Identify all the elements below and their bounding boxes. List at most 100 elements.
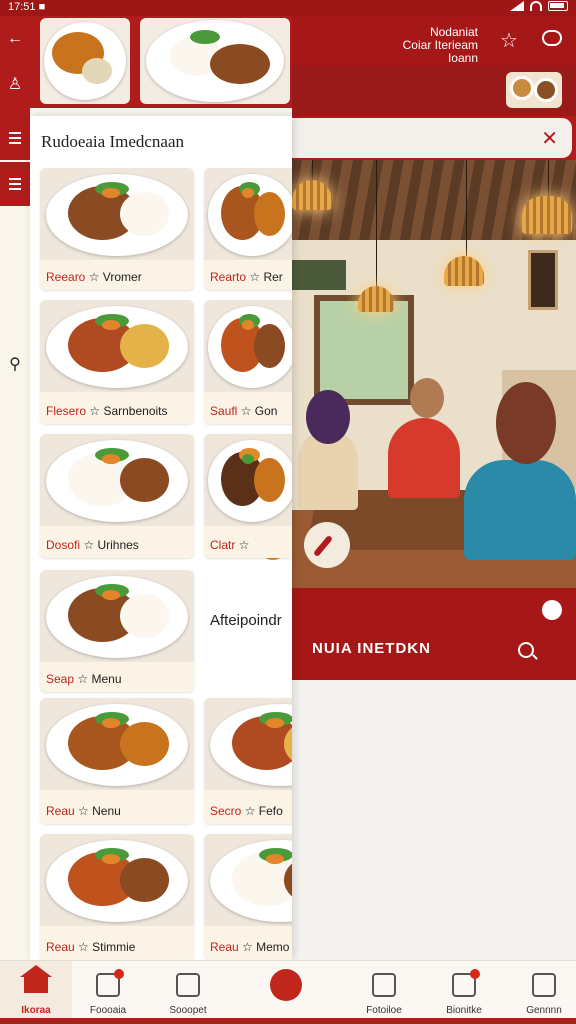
close-icon[interactable]: ✕ [541, 126, 558, 151]
card-label: Seap ☆ Menu [46, 672, 122, 686]
menu-button-2[interactable] [0, 162, 30, 206]
dish-image [40, 570, 194, 662]
hamburger-line [9, 188, 21, 190]
card-prefix: Flesero [46, 404, 87, 418]
menu-button[interactable] [0, 116, 30, 160]
banner-food-image-1[interactable] [40, 18, 130, 104]
card-label: Reau ☆ Memo [210, 940, 290, 954]
card-label: Clatr ☆ [210, 538, 250, 552]
dish-side [120, 594, 170, 638]
nav-item-sooopet[interactable]: Sooopet [152, 961, 224, 1024]
card-prefix: Saufl [210, 404, 238, 418]
empty-content [292, 680, 576, 960]
person-woman-right [464, 460, 576, 560]
drawer-side-text: Afteipoindr [210, 612, 282, 629]
header-title: Nodaniat Coiar Iterieam Ioann [402, 25, 478, 65]
top-banner [30, 16, 292, 108]
bottom-accent-bar [0, 1018, 576, 1024]
card-label: Reau ☆ Nenu [46, 804, 121, 818]
dish-side [120, 458, 170, 502]
card-prefix: Reearo [46, 270, 86, 284]
card-prefix: Seap [46, 672, 75, 686]
dish-side [120, 192, 170, 236]
garnish [101, 320, 121, 330]
card-label: Dosofi ☆ Urihnes [46, 538, 139, 552]
search-icon[interactable]: ⚲ [6, 354, 24, 374]
card-name: Gon [254, 404, 278, 418]
garnish [101, 854, 121, 864]
signal-icon [510, 1, 524, 11]
app-header: Nodaniat Coiar Iterieam Ioann ☆ [292, 16, 576, 66]
garnish [101, 590, 121, 600]
dish-image [40, 168, 194, 260]
favorite-star-icon[interactable]: ☆ [500, 28, 518, 53]
lamp-wire [376, 160, 377, 286]
menu-card[interactable]: Saufl ☆ Gon [204, 300, 292, 424]
garnish [101, 454, 121, 464]
dish-side [120, 858, 170, 902]
status-icons [510, 1, 568, 11]
menu-list-icon [532, 973, 556, 997]
home-body [24, 975, 48, 993]
hijab-brown [496, 382, 556, 464]
dish-image [204, 168, 292, 260]
dish-side [253, 192, 285, 236]
menu-card[interactable]: Rearto ☆ Rer [204, 168, 292, 290]
card-name: Sarnbenoits [103, 404, 168, 418]
search-icon[interactable] [518, 642, 534, 658]
bowl-thumb-1 [510, 76, 534, 100]
dish-image [40, 434, 194, 526]
banner-food-image-2[interactable] [140, 18, 290, 104]
card-prefix: Reau [46, 940, 75, 954]
garnish [101, 718, 121, 728]
card-name: Rer [263, 270, 283, 284]
garnish [242, 188, 254, 198]
bag-icon [176, 973, 200, 997]
hamburger-line [9, 142, 21, 144]
card-prefix: Dosofi [46, 538, 81, 552]
garnish [190, 30, 220, 44]
man-head [410, 378, 444, 418]
nav-label: Bionitke [446, 1005, 482, 1016]
menu-card[interactable]: Reearo ☆ Vromer [40, 168, 194, 290]
chat-bubble-icon[interactable] [542, 30, 562, 46]
card-label: Secro ☆ Fefo [210, 804, 283, 818]
menu-card[interactable]: Reau ☆ Stimmie [40, 834, 194, 960]
nav-label: Gennnn [526, 1005, 562, 1016]
menu-card[interactable]: Secro ☆ Fefo [204, 698, 292, 824]
drawer-close-bar: ✕ [290, 118, 572, 158]
share-icon[interactable]: ♙ [6, 74, 24, 94]
dish-image [40, 300, 194, 392]
garnish [242, 320, 254, 330]
menu-card[interactable]: Flesero ☆ Sarnbenoits [40, 300, 194, 424]
battery-icon [548, 1, 568, 11]
lamp-wire [312, 160, 313, 180]
card-name: Memo [256, 940, 290, 954]
wifi-icon [530, 1, 542, 11]
nav-item-fotoiloe[interactable]: Fotoiloe [348, 961, 420, 1024]
nav-item-foooaia[interactable]: Foooaia [72, 961, 144, 1024]
nav-item-ikoraa[interactable]: Ikoraa [0, 961, 72, 1024]
hijab-purple [306, 390, 350, 444]
nav-label: Sooopet [169, 1005, 207, 1016]
nav-item-gennnn[interactable]: Gennnn [508, 961, 576, 1024]
nav-item-bionitke[interactable]: Bionitke [428, 961, 500, 1024]
video-play-badge[interactable] [304, 522, 350, 568]
menu-card[interactable]: Dosofi ☆ Urihnes [40, 434, 194, 558]
menu-card[interactable]: Reau ☆ Memo [204, 834, 292, 960]
menu-card[interactable]: Seap ☆ Menu [40, 570, 194, 692]
card-name: Vromer [102, 270, 142, 284]
nav-item-center[interactable] [250, 961, 322, 1024]
cart-thumbnail[interactable] [506, 72, 562, 108]
status-bar: 17:51 ■ [0, 0, 576, 16]
flower-icon[interactable] [542, 600, 562, 620]
menu-card[interactable]: Clatr ☆ [204, 434, 292, 558]
bottom-navigation: Ikoraa Foooaia Sooopet Fotoiloe Bionitke Genn… [0, 960, 576, 1024]
hamburger-line [9, 178, 21, 180]
garnish [82, 58, 112, 84]
back-arrow-icon[interactable]: ← [6, 30, 24, 48]
menu-drawer: Rudoeaia Imedcnaan Afteipoindr 6 Reearo … [30, 116, 292, 960]
menu-card[interactable]: Reau ☆ Nenu [40, 698, 194, 824]
card-label: Flesero ☆ Sarnbenoits [46, 404, 168, 418]
card-name: Menu [91, 672, 122, 686]
